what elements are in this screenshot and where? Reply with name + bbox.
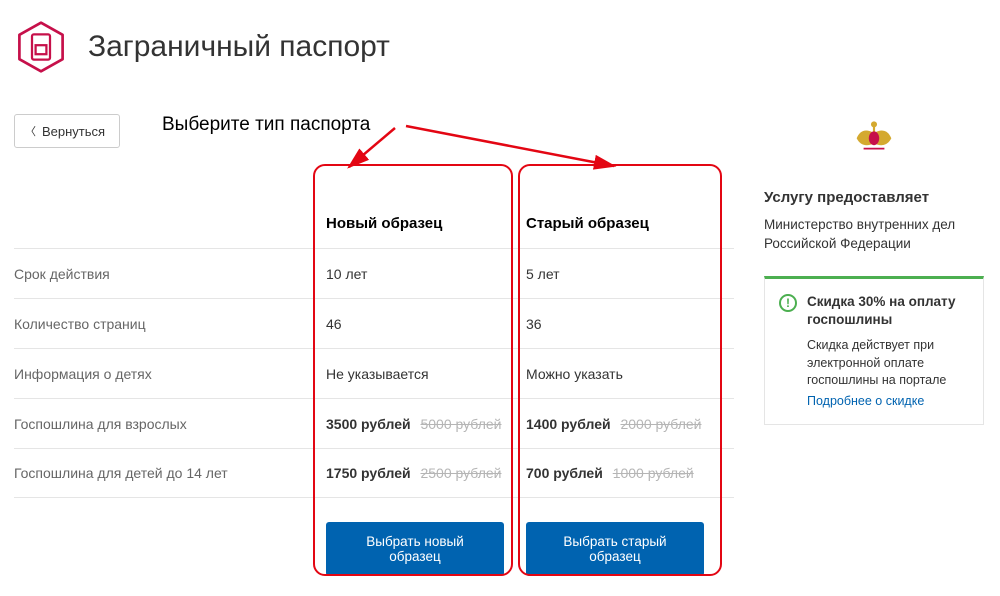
table-header-row: Новый образец Старый образец [14, 198, 734, 248]
discount-link[interactable]: Подробнее о скидке [807, 394, 924, 408]
row-label-fee-adult: Госпошлина для взрослых [14, 416, 314, 432]
info-icon: ! [779, 294, 797, 312]
price-old: 5000 рублей [420, 416, 501, 432]
table-row: Количество страниц 46 36 [14, 298, 734, 348]
page-header: Заграничный паспорт [14, 20, 980, 74]
row-label-pages: Количество страниц [14, 316, 314, 332]
table-row: Госпошлина для детей до 14 лет 1750 рубл… [14, 448, 734, 498]
page-title: Заграничный паспорт [88, 30, 390, 64]
back-button[interactable]: 〈 Вернуться [14, 114, 120, 148]
comparison-table: Новый образец Старый образец Срок действ… [14, 198, 734, 576]
cell-fee-adult-old: 1400 рублей 2000 рублей [514, 416, 714, 432]
price-old: 2500 рублей [420, 465, 501, 481]
cell-validity-old: 5 лет [514, 266, 714, 282]
cell-validity-new: 10 лет [314, 266, 514, 282]
cell-fee-child-new: 1750 рублей 2500 рублей [314, 465, 514, 481]
discount-text: Скидка действует при электронной оплате … [807, 337, 969, 390]
discount-title: Скидка 30% на оплату госпошлины [807, 293, 969, 329]
column-header-old: Старый образец [514, 215, 714, 232]
emblem-icon [764, 114, 984, 171]
passport-icon [14, 20, 68, 74]
annotation-label: Выберите тип паспорта [162, 114, 370, 136]
select-new-button[interactable]: Выбрать новый образец [326, 522, 504, 576]
discount-box: ! Скидка 30% на оплату госпошлины Скидка… [764, 276, 984, 425]
provider-name: Министерство внутренних дел Российской Ф… [764, 216, 984, 254]
cell-children-new: Не указывается [314, 366, 514, 382]
cell-fee-adult-new: 3500 рублей 5000 рублей [314, 416, 514, 432]
cell-pages-old: 36 [514, 316, 714, 332]
select-old-button[interactable]: Выбрать старый образец [526, 522, 704, 576]
price-current: 700 рублей [526, 465, 603, 481]
back-button-label: Вернуться [42, 124, 105, 139]
table-row: Информация о детях Не указывается Можно … [14, 348, 734, 398]
row-label-fee-child: Госпошлина для детей до 14 лет [14, 465, 314, 481]
price-current: 1750 рублей [326, 465, 411, 481]
price-old: 2000 рублей [620, 416, 701, 432]
price-current: 1400 рублей [526, 416, 611, 432]
provider-section-title: Услугу предоставляет [764, 189, 984, 206]
cell-children-old: Можно указать [514, 366, 714, 382]
table-row: Госпошлина для взрослых 3500 рублей 5000… [14, 398, 734, 448]
row-label-validity: Срок действия [14, 266, 314, 282]
chevron-left-icon: 〈 [25, 123, 36, 139]
price-current: 3500 рублей [326, 416, 411, 432]
column-header-new: Новый образец [314, 215, 514, 232]
table-row: Срок действия 10 лет 5 лет [14, 248, 734, 298]
row-label-children: Информация о детях [14, 366, 314, 382]
price-old: 1000 рублей [613, 465, 694, 481]
arrow-to-old-column [404, 118, 634, 179]
action-row: Выбрать новый образец Выбрать старый обр… [14, 522, 734, 576]
cell-pages-new: 46 [314, 316, 514, 332]
cell-fee-child-old: 700 рублей 1000 рублей [514, 465, 714, 481]
